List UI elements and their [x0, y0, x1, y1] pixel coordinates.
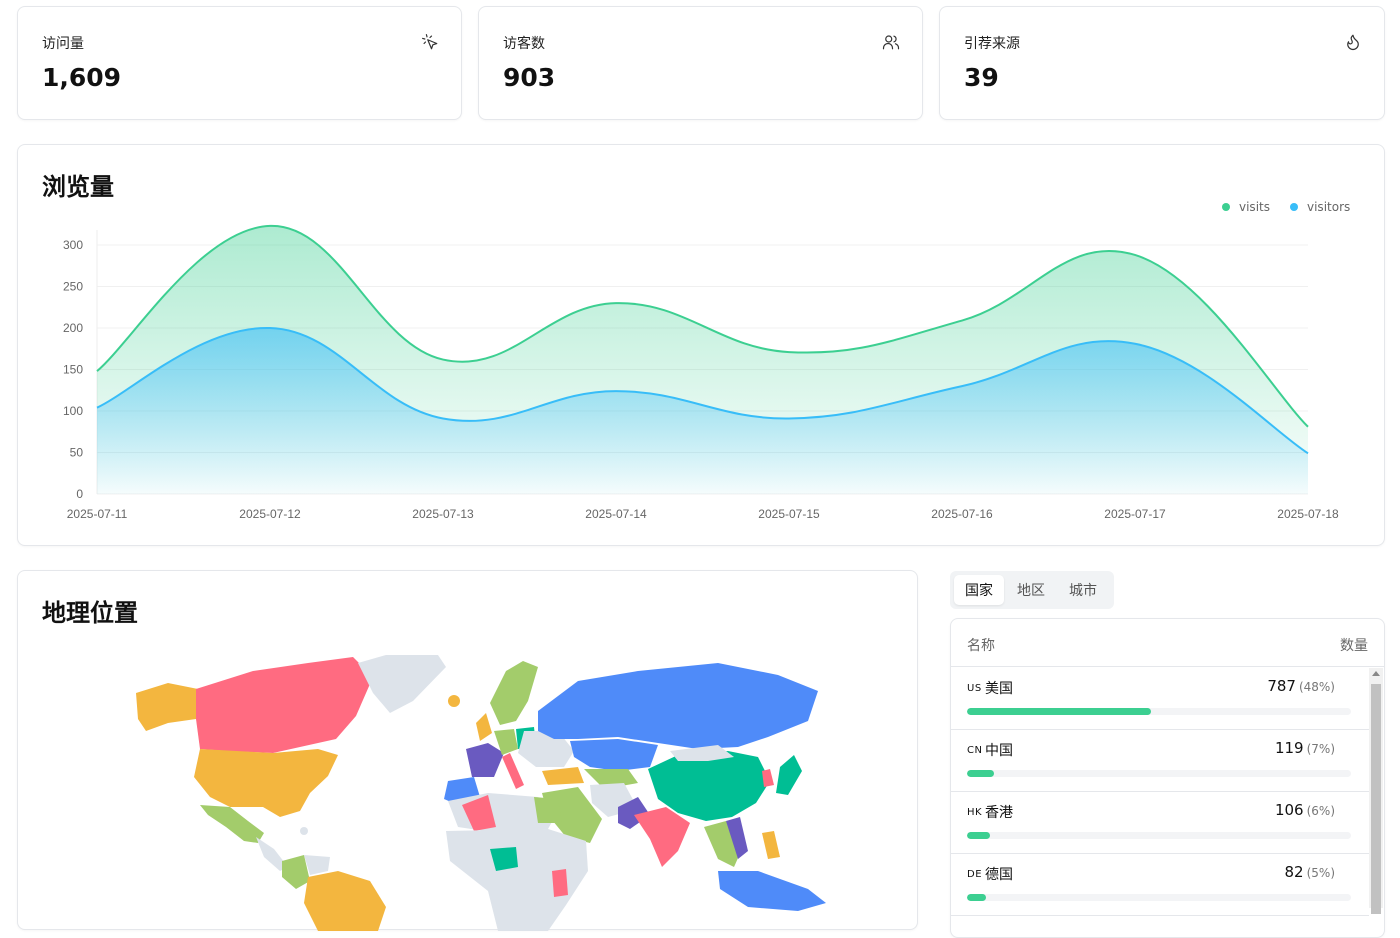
map-region-greenland [358, 655, 446, 713]
count-percent: (6%) [1306, 804, 1335, 818]
stat-value: 903 [503, 63, 556, 92]
share-bar-fill [967, 894, 987, 901]
map-region-korea [762, 769, 774, 787]
map-region-philippines [762, 831, 780, 859]
country-code: US [967, 683, 982, 694]
users-icon [882, 35, 900, 50]
country-code: HK [967, 807, 983, 818]
map-region-italy [502, 753, 524, 789]
map-region-france [466, 743, 504, 777]
map-region-brazil [304, 871, 386, 931]
stat-card-visitors: 访客数 903 [478, 6, 923, 120]
stat-title: 引荐来源 [964, 36, 1020, 52]
views-card: 浏览量 visits visitors [17, 144, 1385, 546]
map-region-kenya [552, 869, 568, 897]
country-name: 香港 [985, 805, 1013, 821]
flame-icon [1347, 34, 1359, 51]
views-title: 浏览量 [42, 173, 114, 201]
tab-country[interactable]: 国家 [954, 575, 1004, 605]
stat-card-visits: 访问量 1,609 [17, 6, 462, 120]
count-value: 119 [1274, 739, 1304, 757]
location-table: 名称 数量 US 美国 787 (48%) CN 中国 119 (7%) HK 香港… [950, 618, 1385, 938]
count-percent: (48%) [1298, 680, 1335, 694]
share-bar [967, 894, 1351, 901]
column-header-name[interactable]: 名称 [967, 635, 995, 655]
scrollbar-thumb[interactable] [1371, 684, 1381, 914]
stat-card-referrers: 引荐来源 39 [939, 6, 1385, 120]
legend-label: visitors [1307, 200, 1351, 214]
map-region-indonesia [718, 871, 826, 911]
map-region-caribbean [300, 827, 308, 835]
row-count: 787 (48%) [1267, 677, 1335, 695]
table-row[interactable]: US 美国 787 (48%) [951, 668, 1369, 730]
row-count: 119 (7%) [1275, 739, 1335, 757]
cursor-click-icon [422, 34, 438, 50]
geo-card: 地理位置 [17, 570, 918, 931]
country-code: CN [967, 745, 983, 756]
stat-title: 访问量 [42, 36, 84, 52]
stat-title: 访客数 [503, 36, 545, 52]
stat-value: 39 [964, 63, 999, 92]
table-header: 名称 数量 [951, 619, 1384, 667]
map-region-mexico [200, 805, 264, 843]
row-count: 82 (5%) [1285, 863, 1336, 881]
map-region-russia [538, 663, 818, 749]
legend-swatch [1290, 203, 1298, 211]
country-name: 中国 [985, 743, 1013, 759]
share-bar-fill [967, 708, 1152, 715]
legend-label: visits [1239, 200, 1270, 214]
share-bar [967, 770, 1351, 777]
stat-value: 1,609 [42, 63, 122, 92]
map-region-egypt [534, 797, 562, 823]
world-map[interactable] [18, 571, 918, 931]
map-region-turkey [542, 767, 584, 785]
map-region-canada [196, 657, 373, 753]
scroll-up-icon[interactable] [1372, 671, 1380, 676]
map-region-kazakhstan [570, 739, 658, 771]
country-name: 德国 [985, 867, 1013, 883]
map-region-scandinavia [490, 661, 538, 725]
share-bar-fill [967, 770, 994, 777]
count-percent: (5%) [1306, 866, 1335, 880]
share-bar [967, 832, 1351, 839]
legend-item-visits[interactable]: visits [1222, 200, 1270, 214]
country-code: DE [967, 869, 983, 880]
share-bar [967, 708, 1351, 715]
map-region-india [634, 807, 690, 867]
share-bar-fill [967, 832, 991, 839]
tab-city[interactable]: 城市 [1058, 575, 1108, 605]
map-region-iceland [448, 695, 460, 707]
count-value: 787 [1267, 677, 1296, 695]
count-value: 106 [1274, 801, 1304, 819]
row-count: 106 (6%) [1275, 801, 1335, 819]
legend-item-visitors[interactable]: visitors [1290, 200, 1350, 214]
table-row[interactable]: HK 香港 106 (6%) [951, 792, 1369, 854]
tab-region[interactable]: 地区 [1006, 575, 1056, 605]
country-name: 美国 [985, 681, 1013, 697]
table-scrollbar[interactable] [1369, 668, 1383, 914]
location-tabs: 国家 地区 城市 [950, 571, 1114, 609]
count-percent: (7%) [1306, 742, 1335, 756]
column-header-count[interactable]: 数量 [1340, 635, 1368, 655]
table-row[interactable]: CN 中国 119 (7%) [951, 730, 1369, 792]
count-value: 82 [1284, 863, 1304, 881]
legend-swatch [1222, 203, 1230, 211]
map-region-japan [776, 755, 802, 795]
map-region-uk [476, 713, 492, 741]
map-region-alaska [136, 683, 198, 731]
